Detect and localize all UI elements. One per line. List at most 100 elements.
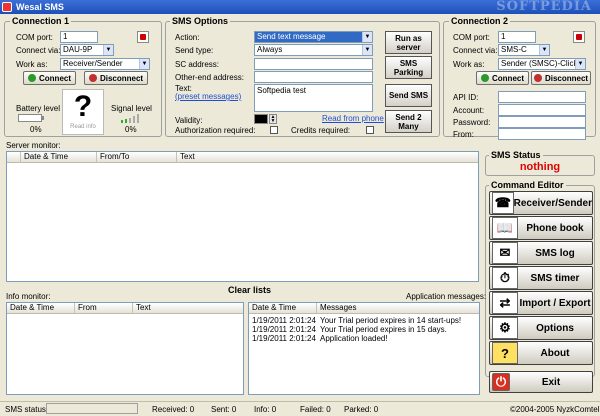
app-messages-title: Application messages: <box>406 292 487 301</box>
about-button[interactable]: ? About <box>489 341 593 365</box>
power-icon: ⏻ <box>492 373 510 391</box>
connection1-title: Connection 1 <box>10 16 72 26</box>
sent-count: Sent: 0 <box>211 405 237 414</box>
battery-label: Battery level <box>16 104 61 113</box>
receiver-sender-button[interactable]: ☎ Receiver/Sender <box>489 191 593 215</box>
send-type-select[interactable]: Always ▼ <box>254 44 373 56</box>
sms-timer-button[interactable]: ⏱ SMS timer <box>489 266 593 290</box>
api-id-input[interactable] <box>498 91 586 103</box>
sms-status-title: SMS Status <box>489 150 543 160</box>
run-as-server-label: Run as server <box>395 33 422 52</box>
receiver-sender-label: Receiver/Sender <box>513 197 592 209</box>
connect-button[interactable]: Connect <box>23 71 76 85</box>
com-port-input[interactable]: 1 <box>60 31 98 43</box>
settings-icon[interactable] <box>137 31 149 43</box>
action-label: Action: <box>175 33 200 42</box>
question-icon: ? <box>73 90 93 123</box>
app-messages-list[interactable]: Date & Time Messages 1/19/2011 2:01:24 .… <box>248 302 480 395</box>
sms-log-label: SMS log <box>535 247 575 259</box>
column-header[interactable]: From <box>75 303 133 313</box>
connect-icon <box>28 74 36 82</box>
send-sms-button[interactable]: Send SMS <box>385 84 432 107</box>
run-as-server-button[interactable]: Run as server <box>385 31 432 54</box>
c2-work-as-select[interactable]: Sender (SMSC)-Clickate ▼ <box>498 58 586 70</box>
list-item[interactable]: 1/19/2011 2:01:24 ... Application loaded… <box>249 334 479 343</box>
column-header[interactable]: From/To <box>97 152 177 162</box>
action-select[interactable]: Send text message ▼ <box>254 31 373 43</box>
clear-lists-button[interactable]: Clear lists <box>228 285 271 295</box>
column-header[interactable]: Messages <box>317 303 479 313</box>
column-header[interactable]: Date & Time <box>249 303 317 313</box>
phone-book-button[interactable]: 📖 Phone book <box>489 216 593 240</box>
account-input[interactable] <box>498 104 586 116</box>
c2-connect-via-select[interactable]: SMS-C ▼ <box>498 44 550 56</box>
signal-label: Signal level <box>111 104 152 113</box>
message-time: 1/19/2011 2:01:24 ... <box>252 325 317 334</box>
disconnect-button[interactable]: Disconnect <box>84 71 148 85</box>
send-2-many-button[interactable]: Send 2 Many <box>385 110 432 133</box>
options-icon: ⚙ <box>492 317 518 339</box>
c2-disconnect-label: Disconnect <box>544 73 589 83</box>
column-header[interactable]: Date & Time <box>7 303 75 313</box>
log-icon: ✉ <box>492 242 518 264</box>
server-monitor-title: Server monitor: <box>6 141 61 150</box>
app-icon <box>2 2 12 12</box>
password-input[interactable] <box>498 116 586 128</box>
connection2-title: Connection 2 <box>449 16 511 26</box>
app-messages-header: Date & Time Messages <box>249 303 479 314</box>
server-monitor-header: Date & Time From/To Text <box>7 152 478 163</box>
send-sms-label: Send SMS <box>388 91 429 100</box>
options-button[interactable]: ⚙ Options <box>489 316 593 340</box>
exit-button[interactable]: ⏻ Exit <box>489 371 593 393</box>
import-export-button[interactable]: ⇄ Import / Export <box>489 291 593 315</box>
sms-options-title: SMS Options <box>170 16 230 26</box>
column-header[interactable] <box>7 152 21 162</box>
c2-connect-button[interactable]: Connect <box>476 71 529 85</box>
info-monitor-list[interactable]: Date & Time From Text <box>6 302 244 395</box>
column-header[interactable]: Text <box>133 303 243 313</box>
work-as-value: Receiver/Sender <box>63 59 123 68</box>
auth-required-checkbox[interactable] <box>270 126 278 134</box>
sms-status-bar-label: SMS status: <box>5 405 49 414</box>
failed-count: Failed: 0 <box>300 405 331 414</box>
credits-required-checkbox[interactable] <box>366 126 374 134</box>
send-type-label: Send type: <box>175 46 214 55</box>
connect-via-label: Connect via: <box>16 46 61 55</box>
clock-icon: ⏱ <box>492 267 518 289</box>
c2-work-as-label: Work as: <box>453 60 485 69</box>
list-item[interactable]: 1/19/2011 2:01:24 ... Your Trial period … <box>249 316 479 325</box>
c2-disconnect-button[interactable]: Disconnect <box>531 71 591 85</box>
password-label: Password: <box>453 118 491 127</box>
command-editor-title: Command Editor <box>489 180 566 190</box>
from-input[interactable] <box>498 128 586 140</box>
work-as-select[interactable]: Receiver/Sender ▼ <box>60 58 150 70</box>
connect-via-select[interactable]: DAU-9P ▼ <box>60 44 114 56</box>
other-end-input[interactable] <box>254 71 373 83</box>
watermark: SOFTPEDIA <box>496 0 592 14</box>
signal-icon <box>121 114 143 123</box>
phone-info-box[interactable]: ? Read info <box>62 89 104 135</box>
sms-parking-button[interactable]: SMS Parking <box>385 56 432 79</box>
window-title: Wesal SMS <box>16 2 64 12</box>
c2-work-as-value: Sender (SMSC)-Clickate <box>501 59 586 68</box>
c2-com-port-input[interactable]: 1 <box>498 31 536 43</box>
copyright: ©2004-2005 NyzkComtel <box>510 405 600 414</box>
info-monitor-title: Info monitor: <box>6 292 51 301</box>
preset-messages-link[interactable]: (preset messages) <box>175 92 241 101</box>
read-from-phone-link[interactable]: Read from phone <box>322 114 384 123</box>
c2-settings-icon[interactable] <box>573 31 585 43</box>
sms-log-button[interactable]: ✉ SMS log <box>489 241 593 265</box>
disconnect-label: Disconnect <box>99 73 144 83</box>
validity-spinner[interactable]: ▲ ▼ <box>269 114 277 124</box>
work-as-label: Work as: <box>16 60 48 69</box>
column-header[interactable]: Date & Time <box>21 152 97 162</box>
sc-address-input[interactable] <box>254 58 373 70</box>
credits-required-label: Credits required: <box>291 126 351 135</box>
list-item[interactable]: 1/19/2011 2:01:24 ... Your Trial period … <box>249 325 479 334</box>
column-header[interactable]: Text <box>177 152 476 162</box>
server-monitor-list[interactable]: Date & Time From/To Text <box>6 151 479 282</box>
message-textarea[interactable]: Softpedia test <box>254 84 373 112</box>
received-count: Received: 0 <box>152 405 195 414</box>
validity-input[interactable] <box>254 114 268 124</box>
auth-required-label: Authorization required: <box>175 126 256 135</box>
